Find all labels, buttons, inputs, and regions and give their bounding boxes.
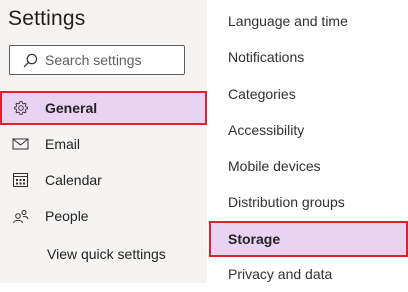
subnav-item-categories[interactable]: Categories [209, 76, 408, 112]
subnav-item-label: Mobile devices [228, 158, 321, 174]
subnav-item-storage[interactable]: Storage [209, 221, 408, 257]
subnav-item-accessibility[interactable]: Accessibility [209, 112, 408, 148]
view-quick-settings-link[interactable]: View quick settings [47, 246, 166, 262]
nav-item-people[interactable]: People [0, 199, 207, 233]
gear-icon [14, 100, 28, 115]
calendar-icon [13, 173, 28, 187]
subnav-item-label: Privacy and data [228, 266, 333, 282]
nav-item-calendar[interactable]: Calendar [0, 163, 207, 197]
search-icon [23, 53, 38, 67]
search-input[interactable] [45, 52, 180, 68]
nav-item-general[interactable]: General [0, 91, 207, 125]
subnav-item-label: Notifications [228, 49, 305, 65]
subnav-item-language-and-time[interactable]: Language and time [209, 3, 408, 39]
subnav-item-label: Storage [228, 231, 281, 247]
mail-icon [12, 138, 29, 150]
nav-item-label: People [45, 208, 89, 224]
page-title: Settings [8, 7, 86, 30]
subnav-item-distribution-groups[interactable]: Distribution groups [209, 184, 408, 220]
subnav-item-privacy-and-data[interactable]: Privacy and data [209, 256, 408, 292]
subnav-item-label: Distribution groups [228, 194, 345, 210]
subnav-item-label: Categories [228, 86, 296, 102]
subnav-item-mobile-devices[interactable]: Mobile devices [209, 148, 408, 184]
people-icon [13, 210, 29, 224]
nav-item-email[interactable]: Email [0, 127, 207, 161]
nav-item-label: Calendar [45, 172, 102, 188]
subnav-item-label: Language and time [228, 13, 348, 29]
subnav-item-label: Accessibility [228, 122, 305, 138]
nav-item-label: Email [45, 136, 81, 152]
settings-nav-pane: Settings General Email [0, 0, 207, 283]
search-box[interactable] [9, 45, 185, 75]
nav-item-label: General [45, 100, 98, 116]
subnav-item-notifications[interactable]: Notifications [209, 39, 408, 75]
